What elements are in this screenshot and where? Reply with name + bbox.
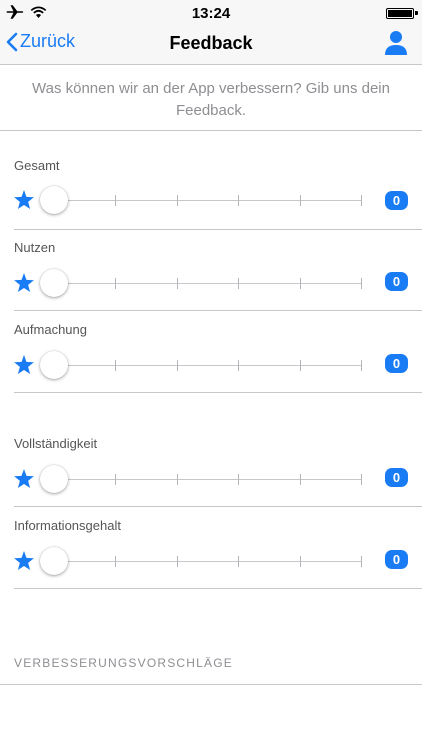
status-bar: 13:24 — [0, 0, 422, 28]
slider-tick — [177, 474, 178, 485]
slider-tick — [300, 195, 301, 206]
divider — [14, 392, 422, 393]
slider-tick — [238, 474, 239, 485]
slider-tick — [300, 474, 301, 485]
divider — [14, 310, 422, 311]
rating-slider-thumb[interactable] — [40, 465, 68, 493]
rating-value-badge: 0 — [385, 468, 408, 487]
profile-button[interactable] — [384, 30, 408, 61]
star-icon — [14, 551, 34, 570]
rating-slider-track[interactable] — [54, 556, 362, 567]
slider-tick — [238, 556, 239, 567]
slider-tick — [115, 556, 116, 567]
slider-tick — [300, 360, 301, 371]
slider-tick — [361, 278, 362, 289]
slider-tick — [177, 556, 178, 567]
rating-slider-track[interactable] — [54, 474, 362, 485]
navigation-bar: Zurück Feedback — [0, 28, 422, 65]
rating-value-badge: 0 — [385, 354, 408, 373]
slider-tick — [115, 195, 116, 206]
section-header-suggestions: VERBESSERUNGSVORSCHLÄGE — [14, 656, 233, 670]
slider-tick — [115, 474, 116, 485]
rating-slider-thumb[interactable] — [40, 186, 68, 214]
rating-slider-track[interactable] — [54, 360, 362, 371]
rating-slider-thumb[interactable] — [40, 269, 68, 297]
rating-label: Aufmachung — [14, 322, 87, 337]
slider-tick — [361, 556, 362, 567]
rating-value-badge: 0 — [385, 191, 408, 210]
rating-slider-thumb[interactable] — [40, 351, 68, 379]
slider-tick — [361, 195, 362, 206]
intro-text: Was können wir an der App verbessern? Gi… — [32, 80, 390, 119]
slider-tick — [177, 278, 178, 289]
slider-tick — [300, 278, 301, 289]
slider-tick — [361, 474, 362, 485]
slider-tick — [238, 360, 239, 371]
rating-value-badge: 0 — [385, 550, 408, 569]
rating-label: Nutzen — [14, 240, 56, 255]
slider-tick — [115, 360, 116, 371]
divider — [0, 684, 422, 685]
divider — [14, 588, 422, 589]
battery-icon — [386, 8, 418, 19]
slider-tick — [115, 278, 116, 289]
rating-label: Gesamt — [14, 158, 60, 173]
page-title: Feedback — [169, 33, 253, 53]
star-icon — [14, 190, 34, 209]
divider — [14, 229, 422, 230]
rating-slider-thumb[interactable] — [40, 547, 68, 575]
star-icon — [14, 355, 34, 374]
slider-tick — [238, 278, 239, 289]
rating-slider-track[interactable] — [54, 278, 362, 289]
star-icon — [14, 273, 34, 292]
rating-slider-track[interactable] — [54, 195, 362, 206]
rating-label: Vollständigkeit — [14, 436, 98, 451]
slider-tick — [361, 360, 362, 371]
star-icon — [14, 469, 34, 488]
rating-label: Informationsgehalt — [14, 518, 121, 533]
divider — [0, 130, 422, 131]
slider-tick — [238, 195, 239, 206]
slider-tick — [300, 556, 301, 567]
rating-value-badge: 0 — [385, 272, 408, 291]
divider — [14, 506, 422, 507]
user-icon — [385, 31, 407, 55]
slider-tick — [177, 195, 178, 206]
status-time: 13:24 — [191, 5, 231, 22]
slider-tick — [177, 360, 178, 371]
